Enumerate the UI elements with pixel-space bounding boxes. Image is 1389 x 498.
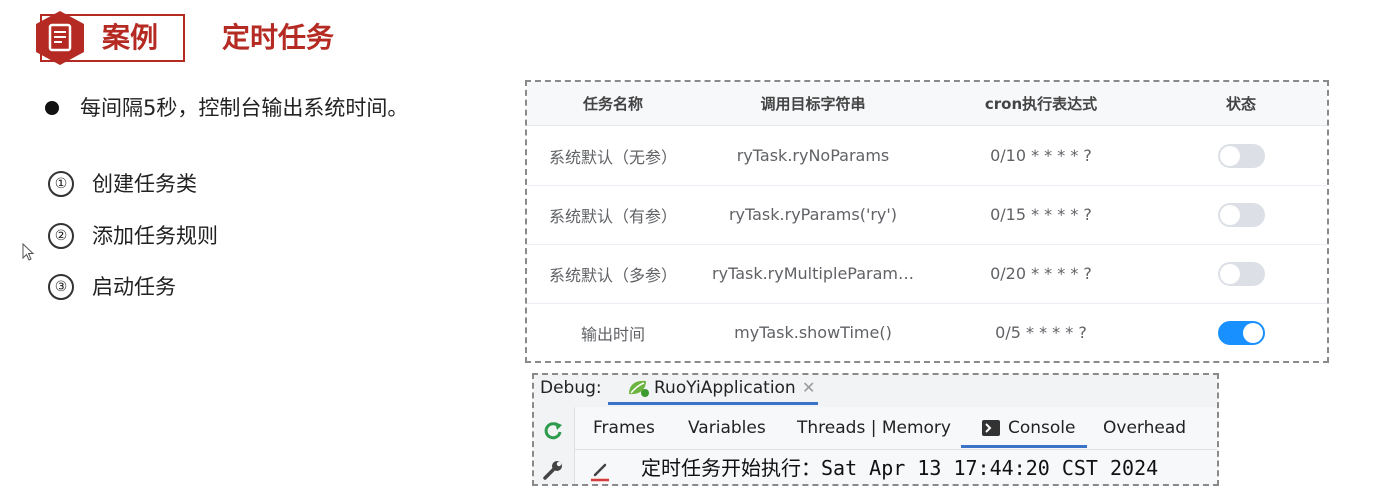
step-text: 创建任务类 bbox=[92, 172, 197, 196]
step-3: ③ 启动任务 bbox=[48, 269, 176, 303]
page-title: 定时任务 bbox=[222, 21, 335, 54]
tab-console[interactable]: Console bbox=[1008, 407, 1076, 449]
toggle-knob bbox=[1219, 263, 1240, 284]
step-text: 启动任务 bbox=[92, 275, 176, 299]
mouse-cursor-icon bbox=[22, 243, 34, 261]
toggle-knob bbox=[1242, 322, 1263, 343]
header-cron-expression: cron执行表达式 bbox=[984, 95, 1098, 113]
console-output-line: 定时任务开始执行：Sat Apr 13 17:44:20 CST 2024 bbox=[641, 456, 1159, 480]
step-2: ② 添加任务规则 bbox=[48, 218, 218, 252]
step-number: ① bbox=[48, 171, 74, 197]
console-icon bbox=[982, 420, 1000, 436]
debug-label: Debug: bbox=[540, 378, 602, 398]
invoke-target: ryTask.ryNoParams bbox=[736, 146, 890, 165]
rerun-icon[interactable] bbox=[542, 419, 564, 441]
tab-frames[interactable]: Frames bbox=[593, 407, 655, 449]
section-tag-label: 案例 bbox=[102, 21, 159, 54]
step-number: ② bbox=[48, 223, 74, 249]
document-icon bbox=[36, 11, 84, 65]
tab-threads-memory[interactable]: Threads | Memory bbox=[797, 407, 951, 449]
cron-expression: 0/10 * * * * ? bbox=[990, 146, 1092, 165]
invoke-target: ryTask.ryParams('ry') bbox=[728, 205, 898, 224]
header-status: 状态 bbox=[1225, 95, 1256, 113]
status-toggle[interactable] bbox=[1217, 320, 1265, 345]
table-row: 系统默认（无参） ryTask.ryNoParams 0/10 * * * * … bbox=[527, 126, 1327, 186]
task-name: 系统默认（无参） bbox=[548, 147, 677, 167]
task-description: 每间隔5秒，控制台输出系统时间。 bbox=[80, 96, 409, 120]
clear-console-icon[interactable] bbox=[589, 461, 611, 483]
tab-variables[interactable]: Variables bbox=[688, 407, 766, 449]
tab-overhead[interactable]: Overhead bbox=[1103, 407, 1186, 449]
active-tab-underline bbox=[608, 402, 818, 405]
table-row: 输出时间 myTask.showTime() 0/5 * * * * ? bbox=[527, 303, 1327, 362]
close-icon[interactable]: ✕ bbox=[802, 375, 815, 401]
step-text: 添加任务规则 bbox=[92, 224, 218, 248]
spring-leaf-icon bbox=[629, 380, 649, 397]
header-task-name: 任务名称 bbox=[582, 95, 643, 113]
debug-tabs: Frames Variables Threads | Memory Consol… bbox=[575, 407, 1217, 450]
debug-panel: Debug: RuoYiApplication ✕ Frames Variabl… bbox=[532, 373, 1219, 486]
step-1: ① 创建任务类 bbox=[48, 166, 197, 200]
task-name: 系统默认（有参） bbox=[548, 206, 677, 226]
status-toggle[interactable] bbox=[1217, 143, 1265, 168]
status-toggle[interactable] bbox=[1217, 261, 1265, 286]
status-toggle[interactable] bbox=[1217, 202, 1265, 227]
task-table: 任务名称 调用目标字符串 cron执行表达式 状态 系统默认（无参） ryTas… bbox=[525, 80, 1329, 363]
run-config-name: RuoYiApplication bbox=[654, 378, 796, 398]
active-tab-underline bbox=[961, 445, 1087, 448]
cron-expression: 0/20 * * * * ? bbox=[990, 264, 1092, 283]
invoke-target: ryTask.ryMultipleParam… bbox=[712, 264, 914, 283]
cron-expression: 0/15 * * * * ? bbox=[990, 205, 1092, 224]
cron-expression: 0/5 * * * * ? bbox=[995, 323, 1087, 342]
step-number: ③ bbox=[48, 274, 74, 300]
run-config-tab[interactable]: RuoYiApplication ✕ bbox=[608, 375, 822, 405]
debug-toolbar: Debug: RuoYiApplication ✕ bbox=[534, 375, 1217, 407]
task-name: 输出时间 bbox=[580, 324, 645, 344]
debug-side-toolbar bbox=[534, 407, 575, 484]
wrench-icon[interactable] bbox=[542, 459, 564, 481]
task-name: 系统默认（多参） bbox=[548, 265, 677, 285]
table-row: 系统默认（有参） ryTask.ryParams('ry') 0/15 * * … bbox=[527, 185, 1327, 245]
invoke-target: myTask.showTime() bbox=[734, 323, 892, 342]
toggle-knob bbox=[1219, 145, 1240, 166]
bullet-dot bbox=[45, 101, 59, 115]
toggle-knob bbox=[1219, 204, 1240, 225]
header-invoke-target: 调用目标字符串 bbox=[760, 95, 866, 113]
table-row: 系统默认（多参） ryTask.ryMultipleParam… 0/20 * … bbox=[527, 244, 1327, 304]
table-header: 任务名称 调用目标字符串 cron执行表达式 状态 bbox=[527, 82, 1327, 126]
